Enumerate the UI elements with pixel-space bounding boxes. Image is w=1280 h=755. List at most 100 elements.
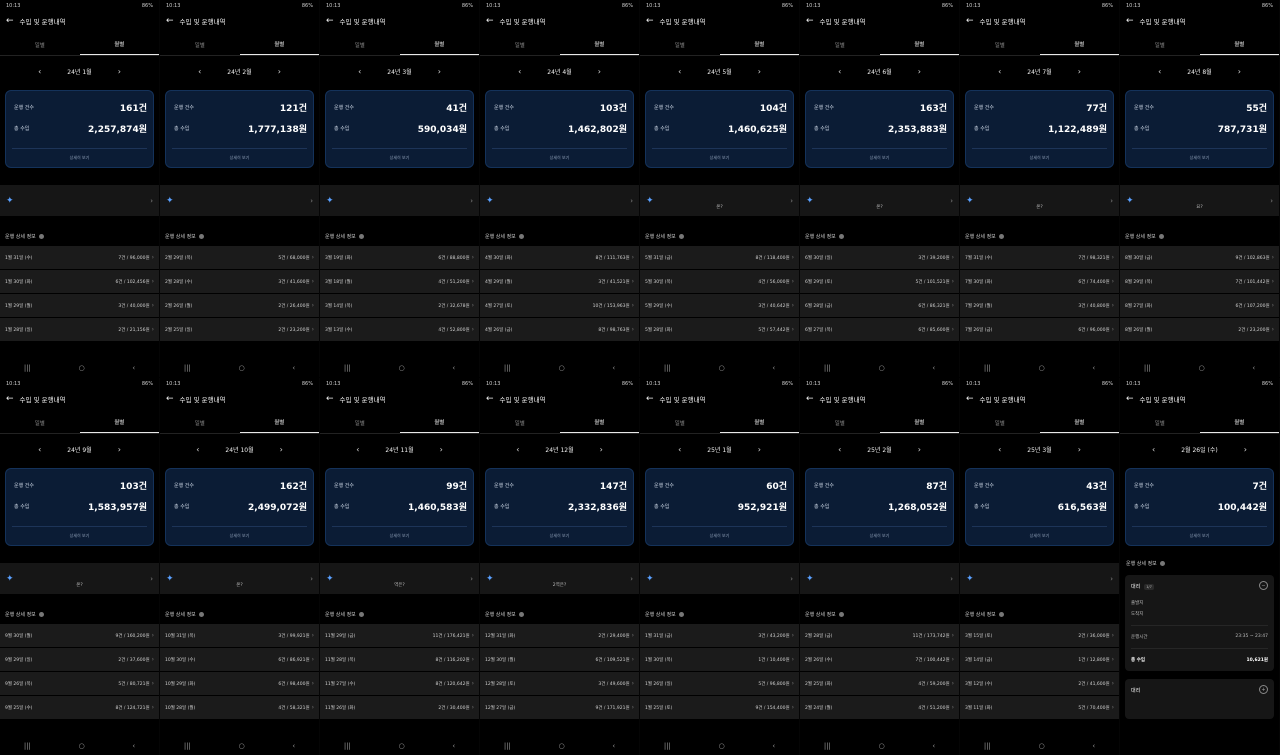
- chevron-right-icon[interactable]: ›: [918, 67, 921, 76]
- back-icon[interactable]: ‹: [932, 364, 935, 372]
- recent-apps-icon[interactable]: |||: [1144, 364, 1151, 372]
- tab-daily[interactable]: 일별: [160, 34, 240, 56]
- list-item[interactable]: 2월 24일 (월) 4건 / 51,200원 ›: [800, 696, 959, 719]
- home-icon[interactable]: ○: [239, 742, 245, 750]
- back-arrow-icon[interactable]: ←: [646, 394, 654, 404]
- back-arrow-icon[interactable]: ←: [806, 394, 814, 404]
- tab-daily[interactable]: 일별: [0, 412, 80, 434]
- list-item[interactable]: 3월 11일 (화) 5건 / 70,400원 ›: [960, 696, 1119, 719]
- chevron-left-icon[interactable]: ‹: [196, 445, 199, 454]
- details-button[interactable]: 상세히 보기: [486, 155, 633, 161]
- list-item[interactable]: 12월 30일 (월) 6건 / 109,521원 ›: [480, 648, 639, 671]
- tab-daily[interactable]: 일별: [1120, 34, 1200, 56]
- list-item[interactable]: 6월 30일 (일) 3건 / 39,200원 ›: [800, 246, 959, 269]
- list-item[interactable]: 11월 29일 (금) 11건 / 176,421원 ›: [320, 624, 479, 647]
- tab-daily[interactable]: 일별: [640, 412, 720, 434]
- home-icon[interactable]: ○: [79, 742, 85, 750]
- chevron-right-icon[interactable]: ›: [280, 445, 283, 454]
- home-icon[interactable]: ○: [1039, 364, 1045, 372]
- info-icon[interactable]: [38, 233, 44, 239]
- recent-apps-icon[interactable]: |||: [984, 364, 991, 372]
- list-item[interactable]: 4월 30일 (화) 8건 / 111,763원 ›: [480, 246, 639, 269]
- details-button[interactable]: 상세히 보기: [166, 155, 313, 161]
- tab-daily[interactable]: 일별: [800, 34, 880, 56]
- list-item[interactable]: 2월 29일 (목) 5건 / 68,000원 ›: [160, 246, 319, 269]
- tab-daily[interactable]: 일별: [640, 34, 720, 56]
- chevron-left-icon[interactable]: ‹: [516, 445, 519, 454]
- recent-apps-icon[interactable]: |||: [184, 364, 191, 372]
- list-item[interactable]: 11월 27일 (수) 8건 / 120,642원 ›: [320, 672, 479, 695]
- chevron-right-icon[interactable]: ›: [118, 67, 121, 76]
- tab-monthly[interactable]: 월별: [559, 34, 639, 56]
- list-item[interactable]: 12월 27일 (금) 9건 / 171,921원 ›: [480, 696, 639, 719]
- chevron-right-icon[interactable]: ›: [598, 67, 601, 76]
- promo-banner[interactable]: ✦ 역은? ›: [320, 563, 479, 594]
- list-item[interactable]: 7월 30일 (화) 6건 / 74,400원 ›: [960, 270, 1119, 293]
- chevron-right-icon[interactable]: ›: [440, 445, 443, 454]
- promo-banner[interactable]: ✦ 요? ›: [1120, 185, 1279, 216]
- tab-monthly[interactable]: 월별: [879, 412, 959, 434]
- list-item[interactable]: 6월 29일 (토) 5건 / 101,521원 ›: [800, 270, 959, 293]
- list-item[interactable]: 2월 28일 (수) 3건 / 41,600원 ›: [160, 270, 319, 293]
- chevron-right-icon[interactable]: ›: [278, 67, 281, 76]
- back-icon[interactable]: ‹: [132, 742, 135, 750]
- list-item[interactable]: 8월 30일 (금) 9건 / 102,863원 ›: [1120, 246, 1279, 269]
- promo-banner[interactable]: ✦ 온? ›: [640, 185, 799, 216]
- back-arrow-icon[interactable]: ←: [486, 394, 494, 404]
- list-item[interactable]: 4월 27일 (토) 10건 / 153,963원 ›: [480, 294, 639, 317]
- home-icon[interactable]: ○: [399, 364, 405, 372]
- recent-apps-icon[interactable]: |||: [184, 742, 191, 750]
- trip-card[interactable]: 대리 1/7− 출발지 도착지 운행시간 23:35 ~ 23:47 총 수입 10,621원: [1125, 575, 1274, 671]
- tab-daily[interactable]: 일별: [1120, 412, 1200, 434]
- list-item[interactable]: 10월 31일 (목) 3건 / 99,921원 ›: [160, 624, 319, 647]
- info-icon[interactable]: [998, 611, 1004, 617]
- list-item[interactable]: 10월 30일 (수) 6건 / 86,921원 ›: [160, 648, 319, 671]
- list-item[interactable]: 7월 26일 (금) 6건 / 96,000원 ›: [960, 318, 1119, 341]
- chevron-left-icon[interactable]: ‹: [678, 67, 681, 76]
- chevron-left-icon[interactable]: ‹: [198, 67, 201, 76]
- promo-banner[interactable]: ✦ ›: [0, 185, 159, 216]
- chevron-right-icon[interactable]: ›: [1244, 445, 1247, 454]
- chevron-right-icon[interactable]: ›: [118, 445, 121, 454]
- tab-daily[interactable]: 일별: [480, 34, 560, 56]
- list-item[interactable]: 3월 14일 (목) 2건 / 32,678원 ›: [320, 294, 479, 317]
- back-icon[interactable]: ‹: [292, 364, 295, 372]
- back-arrow-icon[interactable]: ←: [6, 394, 14, 404]
- list-item[interactable]: 7월 29일 (월) 3건 / 40,800원 ›: [960, 294, 1119, 317]
- tab-monthly[interactable]: 월별: [559, 412, 639, 434]
- list-item[interactable]: 9월 30일 (월) 9건 / 160,200원 ›: [0, 624, 159, 647]
- list-item[interactable]: 4월 29일 (월) 3건 / 41,521원 ›: [480, 270, 639, 293]
- recent-apps-icon[interactable]: |||: [504, 742, 511, 750]
- recent-apps-icon[interactable]: |||: [984, 742, 991, 750]
- promo-banner[interactable]: ✦ ›: [800, 563, 959, 594]
- promo-banner[interactable]: ✦ 온? ›: [960, 185, 1119, 216]
- tab-monthly[interactable]: 월별: [879, 34, 959, 56]
- back-arrow-icon[interactable]: ←: [486, 16, 494, 26]
- list-item[interactable]: 3월 12일 (수) 2건 / 41,600원 ›: [960, 672, 1119, 695]
- chevron-left-icon[interactable]: ‹: [356, 445, 359, 454]
- tab-monthly[interactable]: 월별: [1199, 412, 1279, 434]
- list-item[interactable]: 10월 28일 (월) 4건 / 58,321원 ›: [160, 696, 319, 719]
- tab-daily[interactable]: 일별: [960, 412, 1040, 434]
- tab-daily[interactable]: 일별: [320, 412, 400, 434]
- details-button[interactable]: 상세히 보기: [166, 533, 313, 539]
- list-item[interactable]: 9월 29일 (일) 2건 / 37,600원 ›: [0, 648, 159, 671]
- list-item[interactable]: 2월 26일 (수) 7건 / 100,442원 ›: [800, 648, 959, 671]
- info-icon[interactable]: [678, 611, 684, 617]
- home-icon[interactable]: ○: [399, 742, 405, 750]
- list-item[interactable]: 3월 13일 (수) 4건 / 52,800원 ›: [320, 318, 479, 341]
- back-arrow-icon[interactable]: ←: [806, 16, 814, 26]
- back-arrow-icon[interactable]: ←: [326, 394, 334, 404]
- promo-banner[interactable]: ✦ ›: [640, 563, 799, 594]
- list-item[interactable]: 1월 31일 (금) 3건 / 43,200원 ›: [640, 624, 799, 647]
- list-item[interactable]: 9월 25일 (수) 8건 / 124,721원 ›: [0, 696, 159, 719]
- list-item[interactable]: 10월 29일 (화) 6건 / 98,400원 ›: [160, 672, 319, 695]
- back-arrow-icon[interactable]: ←: [966, 16, 974, 26]
- back-icon[interactable]: ‹: [132, 364, 135, 372]
- recent-apps-icon[interactable]: |||: [824, 742, 831, 750]
- tab-monthly[interactable]: 월별: [1039, 34, 1119, 56]
- list-item[interactable]: 1월 30일 (화) 6건 / 102,456원 ›: [0, 270, 159, 293]
- back-arrow-icon[interactable]: ←: [1126, 394, 1134, 404]
- chevron-right-icon[interactable]: ›: [758, 445, 761, 454]
- back-icon[interactable]: ‹: [612, 742, 615, 750]
